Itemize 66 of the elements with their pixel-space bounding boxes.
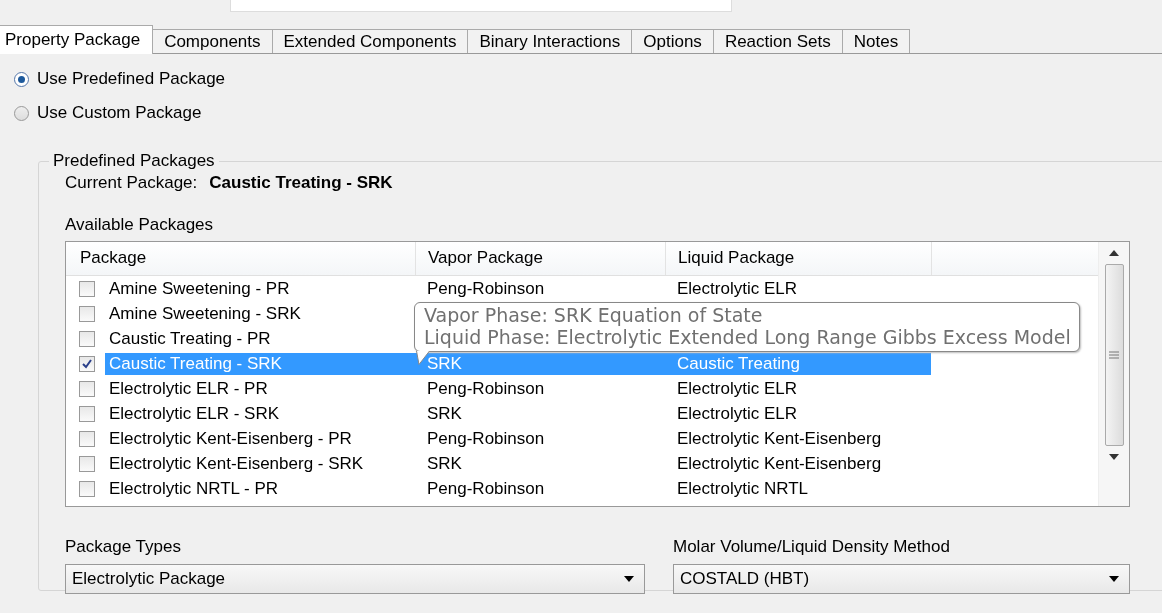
- tab[interactable]: Extended Components: [271, 29, 469, 53]
- radio-label[interactable]: Use Custom Package: [37, 103, 202, 123]
- checkbox[interactable]: [79, 430, 95, 447]
- checkbox[interactable]: [79, 305, 95, 322]
- table-cell: Peng-Robinson: [427, 478, 545, 498]
- table-cell: Caustic Treating: [677, 353, 800, 373]
- tab[interactable]: Notes: [841, 29, 911, 53]
- tooltip-text: Vapor Phase: SRK Equation of State: [424, 304, 764, 326]
- input-field[interactable]: [230, 0, 732, 12]
- table-cell-text: Amine Sweetening - PR: [108, 278, 291, 299]
- available-packages-label: Available Packages: [65, 215, 215, 235]
- current-package-value: Caustic Treating - SRK: [209, 173, 393, 193]
- checkbox[interactable]: [79, 355, 95, 372]
- caret-icon: [1109, 576, 1119, 582]
- table-cell: Electrolytic ELR: [677, 403, 797, 423]
- table-cell-text: Electrolytic Kent-Eisenberg - PR: [108, 428, 353, 449]
- table-cell: SRK: [427, 403, 462, 423]
- current-package-label: Current Package:: [65, 173, 198, 193]
- column-header[interactable]: Vapor Package: [416, 242, 666, 275]
- radio-button[interactable]: [14, 71, 29, 87]
- column-header[interactable]: Package: [66, 242, 416, 275]
- scroll-down-icon[interactable]: [1109, 454, 1119, 460]
- table-cell: Peng-Robinson: [427, 378, 545, 398]
- table-cell: Electrolytic NRTL: [677, 478, 808, 498]
- tab[interactable]: Options: [631, 29, 714, 53]
- density-method-dropdown[interactable]: COSTALD (HBT): [673, 564, 1130, 594]
- tab[interactable]: Property Package: [0, 25, 154, 54]
- table-cell: Electrolytic ELR: [677, 278, 797, 298]
- column-header[interactable]: Liquid Package: [666, 242, 932, 275]
- table-cell: SRK: [427, 453, 462, 473]
- list-row[interactable]: Electrolytic Kent-Eisenberg - PR Peng-Robinson Electrolytic Kent-Eisenberg: [105, 427, 931, 450]
- table-cell: Electrolytic Kent-Eisenberg: [677, 453, 882, 473]
- radio-button[interactable]: [14, 105, 29, 121]
- checkbox[interactable]: [79, 330, 95, 347]
- radio-label[interactable]: Use Predefined Package: [37, 69, 226, 89]
- package-types-label: Package Types: [65, 537, 182, 557]
- list-row[interactable]: Amine Sweetening - PR Peng-Robinson Electrolytic ELR: [105, 277, 931, 300]
- tooltip-text: Liquid Phase: Electrolytic Extended Long Range Gibbs Excess Model: [424, 326, 1071, 348]
- scroll-thumb[interactable]: [1104, 264, 1124, 446]
- checkbox[interactable]: [79, 405, 95, 422]
- table-cell: Electrolytic ELR: [677, 378, 797, 398]
- tab[interactable]: Components: [152, 29, 273, 53]
- tab[interactable]: Binary Interactions: [467, 29, 633, 53]
- table-cell: SRK: [427, 353, 462, 373]
- scrollbar[interactable]: [1098, 242, 1129, 506]
- list-row[interactable]: Electrolytic Kent-Eisenberg - SRK SRK Electrolytic Kent-Eisenberg: [105, 452, 931, 475]
- checkbox[interactable]: [79, 380, 95, 397]
- table-cell-text: Electrolytic ELR - SRK: [108, 403, 281, 424]
- table-cell: Electrolytic Kent-Eisenberg: [677, 428, 882, 448]
- table-cell-text: Caustic Treating - SRK: [108, 353, 283, 374]
- checkbox[interactable]: [79, 480, 95, 497]
- density-method-label: Molar Volume/Liquid Density Method: [673, 537, 951, 557]
- checkbox[interactable]: [79, 455, 95, 472]
- caret-icon: [624, 576, 634, 582]
- checkbox[interactable]: [79, 280, 95, 297]
- group-title: Predefined Packages: [52, 151, 216, 171]
- package-types-dropdown[interactable]: Electrolytic Package: [65, 564, 645, 594]
- list-row[interactable]: Electrolytic NRTL - PR Peng-Robinson Electrolytic NRTL: [105, 477, 931, 500]
- list-row[interactable]: Electrolytic ELR - SRK SRK Electrolytic ELR: [105, 402, 931, 425]
- table-cell-text: Electrolytic Kent-Eisenberg - SRK: [108, 453, 365, 474]
- list-row[interactable]: Electrolytic ELR - PR Peng-Robinson Electrolytic ELR: [105, 377, 931, 400]
- table-cell: Peng-Robinson: [427, 278, 545, 298]
- table-cell: Peng-Robinson: [427, 428, 545, 448]
- table-cell-text: Electrolytic ELR - PR: [108, 378, 269, 399]
- table-cell-text: Electrolytic NRTL - PR: [108, 478, 280, 499]
- scroll-up-icon[interactable]: [1109, 250, 1119, 256]
